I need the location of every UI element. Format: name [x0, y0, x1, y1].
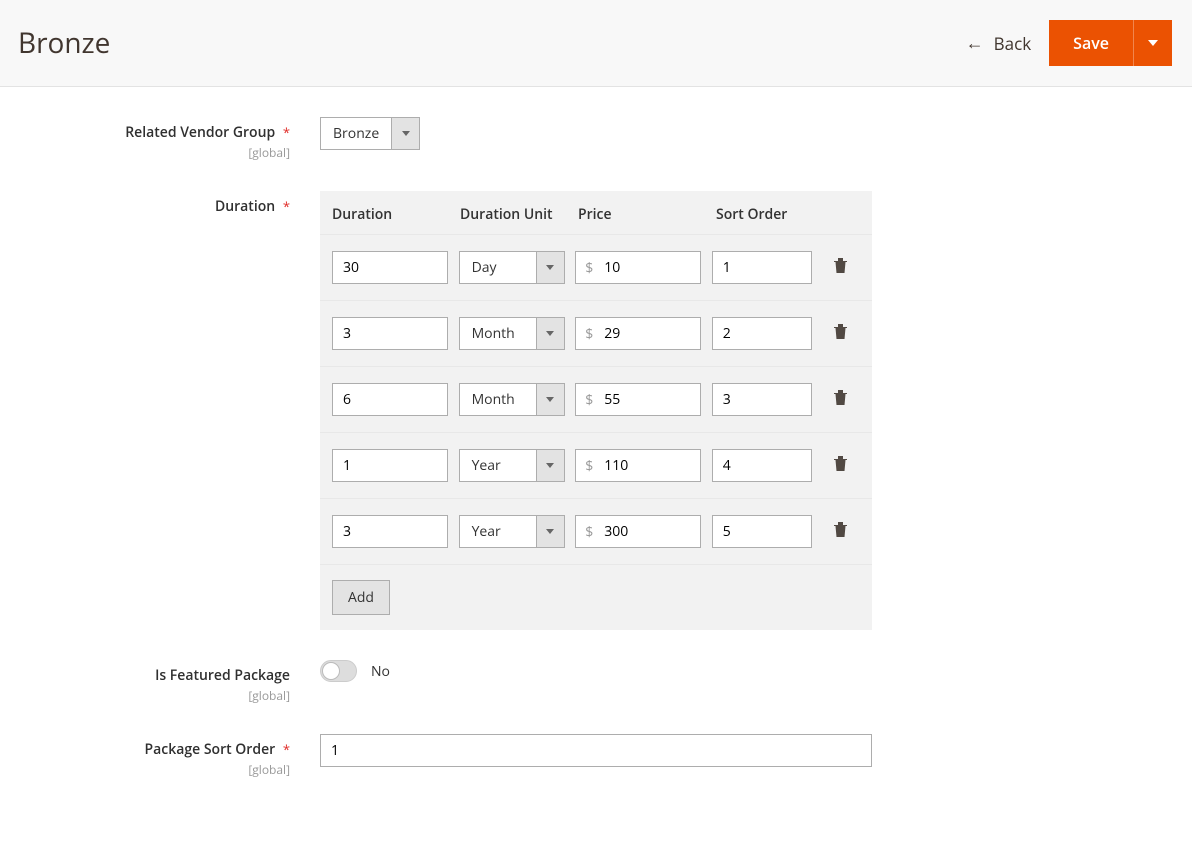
duration-unit-select[interactable]: Month [459, 383, 565, 416]
trash-icon [833, 323, 848, 340]
duration-input[interactable] [332, 251, 448, 284]
duration-row: Year $ [320, 498, 872, 564]
required-indicator: * [283, 740, 290, 758]
back-button[interactable]: ← Back [966, 31, 1032, 55]
sort-order-input[interactable] [712, 515, 812, 548]
price-input[interactable] [575, 251, 701, 284]
col-header-duration: Duration [332, 205, 460, 224]
col-header-sort: Sort Order [716, 205, 826, 224]
delete-row-button[interactable] [833, 323, 848, 345]
field-featured: Is Featured Package [global] No [0, 660, 1192, 704]
required-indicator: * [283, 123, 290, 141]
delete-row-button[interactable] [833, 257, 848, 279]
price-input[interactable] [575, 317, 701, 350]
sort-order-input[interactable] [712, 383, 812, 416]
delete-row-button[interactable] [833, 389, 848, 411]
duration-table-header: Duration Duration Unit Price Sort Order [320, 191, 872, 234]
duration-unit-select[interactable]: Year [459, 449, 565, 482]
add-button[interactable]: Add [332, 580, 390, 615]
sort-order-input[interactable] [712, 251, 812, 284]
back-label: Back [994, 32, 1032, 55]
chevron-down-icon [536, 516, 564, 547]
featured-toggle[interactable] [320, 660, 357, 682]
vendor-group-scope: [global] [0, 144, 290, 161]
duration-row: Month $ [320, 366, 872, 432]
package-sort-order-input[interactable] [320, 734, 872, 767]
featured-scope: [global] [0, 687, 290, 704]
col-header-price: Price [578, 205, 716, 224]
trash-icon [833, 257, 848, 274]
featured-label: Is Featured Package [155, 666, 290, 685]
duration-input[interactable] [332, 383, 448, 416]
chevron-down-icon [1148, 40, 1158, 46]
price-input[interactable] [575, 515, 701, 548]
required-indicator: * [283, 197, 290, 215]
duration-label: Duration [215, 197, 275, 216]
delete-row-button[interactable] [833, 521, 848, 543]
duration-unit-select[interactable]: Month [459, 317, 565, 350]
currency-symbol: $ [585, 456, 593, 475]
trash-icon [833, 455, 848, 472]
header-actions: ← Back Save [966, 20, 1172, 66]
delete-row-button[interactable] [833, 455, 848, 477]
sort-order-input[interactable] [712, 449, 812, 482]
trash-icon [833, 521, 848, 538]
chevron-down-icon [391, 118, 419, 149]
price-input[interactable] [575, 383, 701, 416]
arrow-left-icon: ← [966, 31, 984, 55]
sort-order-label: Package Sort Order [145, 740, 276, 759]
field-duration: Duration * Duration Duration Unit Price … [0, 191, 1192, 630]
add-row-container: Add [320, 564, 872, 630]
duration-unit-select[interactable]: Year [459, 515, 565, 548]
form-content: Related Vendor Group * [global] Bronze D… [0, 87, 1192, 848]
save-button[interactable]: Save [1049, 20, 1133, 66]
col-header-unit: Duration Unit [460, 205, 578, 224]
vendor-group-label: Related Vendor Group [125, 123, 275, 142]
duration-input[interactable] [332, 449, 448, 482]
duration-input[interactable] [332, 515, 448, 548]
field-vendor-group: Related Vendor Group * [global] Bronze [0, 117, 1192, 161]
save-button-group: Save [1049, 20, 1172, 66]
chevron-down-icon [536, 450, 564, 481]
currency-symbol: $ [585, 390, 593, 409]
chevron-down-icon [536, 252, 564, 283]
chevron-down-icon [536, 384, 564, 415]
save-dropdown-toggle[interactable] [1133, 20, 1172, 66]
trash-icon [833, 389, 848, 406]
vendor-group-value: Bronze [321, 118, 391, 149]
sort-order-scope: [global] [0, 761, 290, 778]
vendor-group-select[interactable]: Bronze [320, 117, 420, 150]
price-input[interactable] [575, 449, 701, 482]
duration-input[interactable] [332, 317, 448, 350]
currency-symbol: $ [585, 258, 593, 277]
page-title: Bronze [18, 24, 110, 62]
sort-order-input[interactable] [712, 317, 812, 350]
duration-row: Day $ [320, 234, 872, 300]
duration-row: Year $ [320, 432, 872, 498]
page-header: Bronze ← Back Save [0, 0, 1192, 87]
featured-state: No [371, 662, 390, 681]
duration-table: Duration Duration Unit Price Sort Order … [320, 191, 872, 630]
duration-unit-select[interactable]: Day [459, 251, 565, 284]
currency-symbol: $ [585, 522, 593, 541]
duration-row: Month $ [320, 300, 872, 366]
currency-symbol: $ [585, 324, 593, 343]
chevron-down-icon [536, 318, 564, 349]
